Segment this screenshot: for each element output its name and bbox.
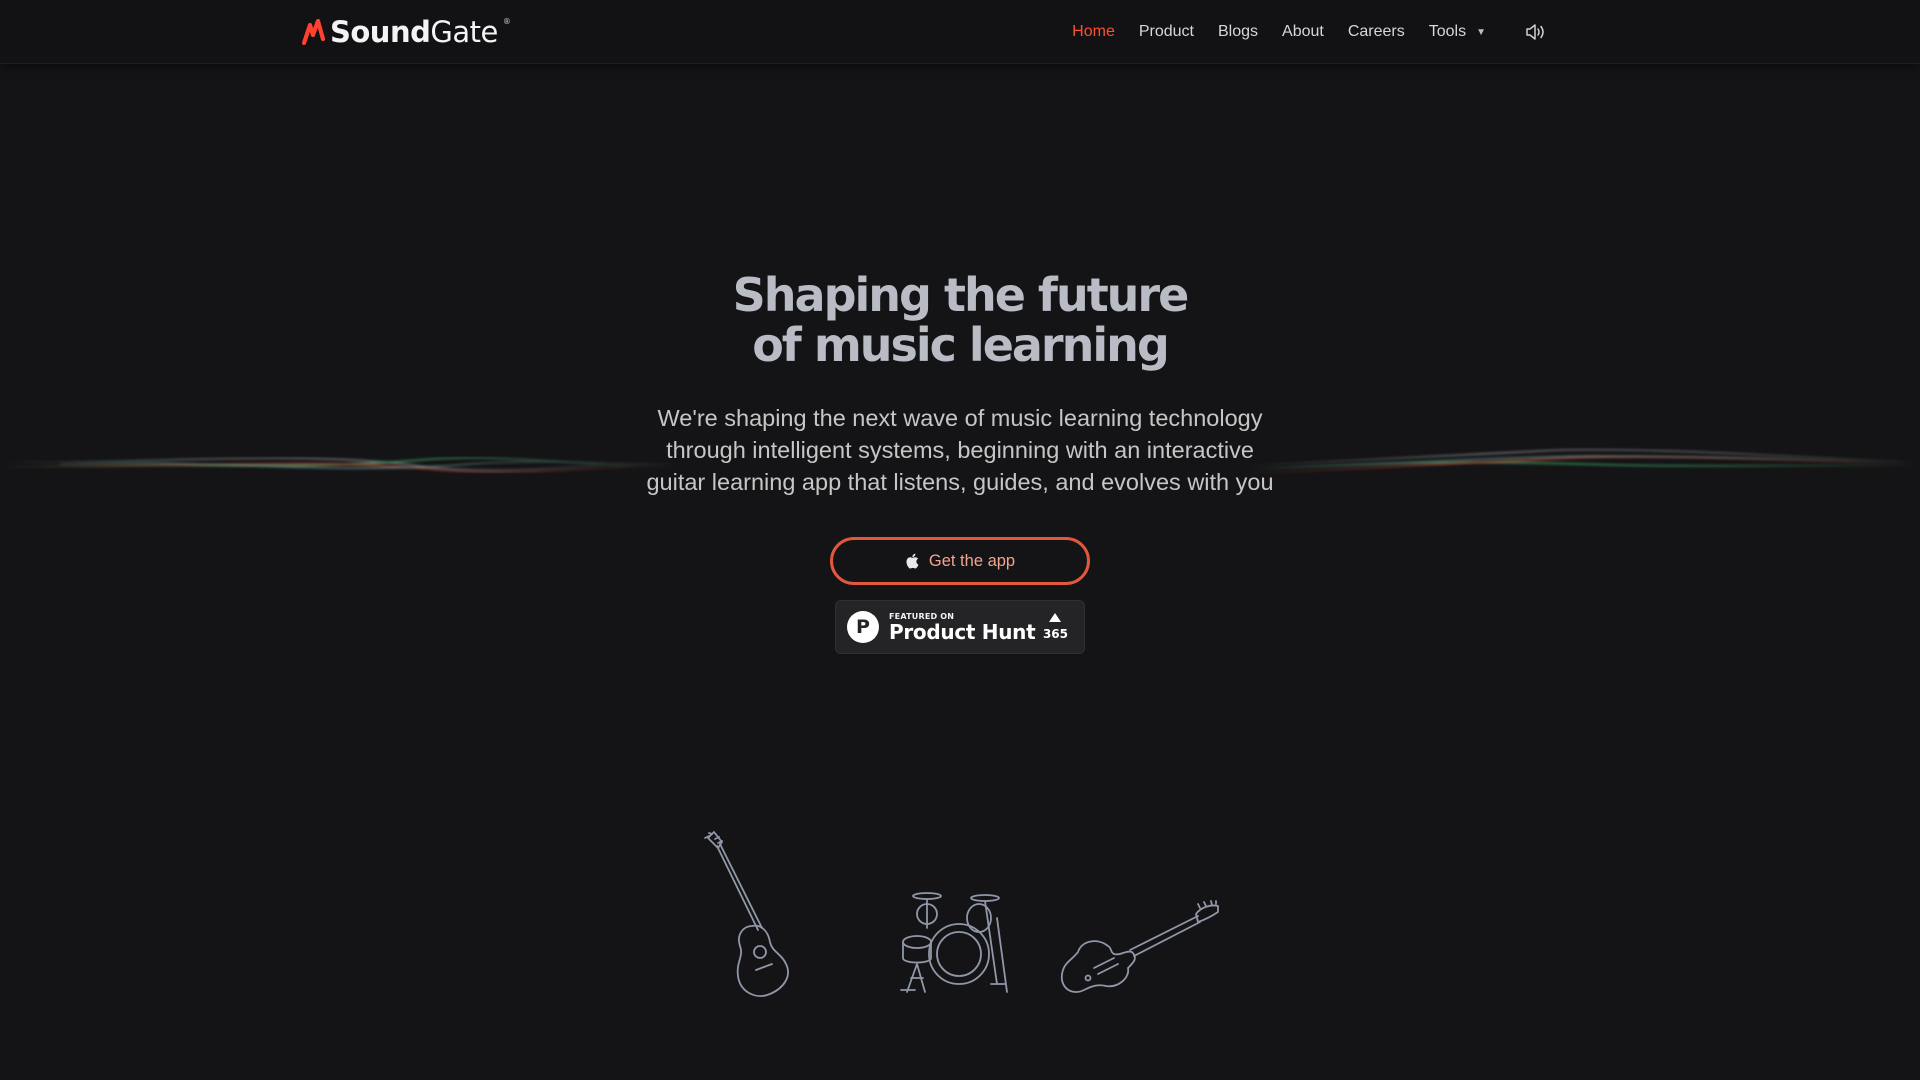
product-hunt-logo-letter: P xyxy=(856,616,870,638)
drum-kit-icon[interactable] xyxy=(897,888,1011,996)
brand-name-light: Gate xyxy=(430,15,498,49)
hero-title-line-1: Shaping the future xyxy=(732,268,1190,322)
nav-careers[interactable]: Careers xyxy=(1348,23,1405,41)
electric-guitar-icon[interactable] xyxy=(1058,900,1222,1000)
get-the-app-button[interactable]: Get the app xyxy=(830,537,1090,585)
upvote-arrow-icon xyxy=(1049,613,1062,622)
nav-blogs[interactable]: Blogs xyxy=(1218,23,1258,41)
hero-subtitle-line-3: guitar learning app that listens, guides… xyxy=(646,469,1274,495)
hero-subtitle-line-2: through intelligent systems, beginning w… xyxy=(666,437,1254,463)
hero-subtitle: We're shaping the next wave of music lea… xyxy=(620,402,1300,498)
product-hunt-name: Product Hunt xyxy=(889,619,1036,644)
hero-subtitle-line-1: We're shaping the next wave of music lea… xyxy=(657,405,1263,431)
nav-tools-dropdown[interactable]: Tools ▼ xyxy=(1429,23,1486,41)
nav-product[interactable]: Product xyxy=(1139,23,1194,41)
acoustic-guitar-icon[interactable] xyxy=(700,830,820,1005)
product-hunt-badge[interactable]: P FEATURED ON Product Hunt 365 xyxy=(835,600,1085,654)
product-hunt-logo-icon: P xyxy=(847,611,879,643)
registered-mark: ® xyxy=(502,16,511,26)
product-hunt-text: FEATURED ON Product Hunt xyxy=(889,612,1036,644)
top-navbar: Sound Gate ® Home Product Blogs About Ca… xyxy=(0,0,1920,64)
speaker-icon[interactable] xyxy=(1524,20,1548,44)
brand-logo[interactable]: Sound Gate ® xyxy=(302,12,511,52)
hero-title: Shaping the future of music learning xyxy=(0,270,1920,370)
upvote-counter: 365 xyxy=(1043,613,1068,641)
caret-down-icon: ▼ xyxy=(1476,26,1486,38)
upvote-count: 365 xyxy=(1042,627,1068,641)
get-the-app-label: Get the app xyxy=(928,551,1016,570)
apple-icon xyxy=(906,553,919,569)
brand-name-bold: Sound xyxy=(330,15,431,49)
nav-home[interactable]: Home xyxy=(1072,23,1115,41)
soundgate-logo-icon xyxy=(302,19,326,45)
nav-about[interactable]: About xyxy=(1282,23,1324,41)
nav-tools-label: Tools xyxy=(1428,23,1467,40)
hero-title-line-2: of music learning xyxy=(752,318,1170,372)
main-nav: Home Product Blogs About Careers Tools ▼ xyxy=(1072,0,1548,64)
